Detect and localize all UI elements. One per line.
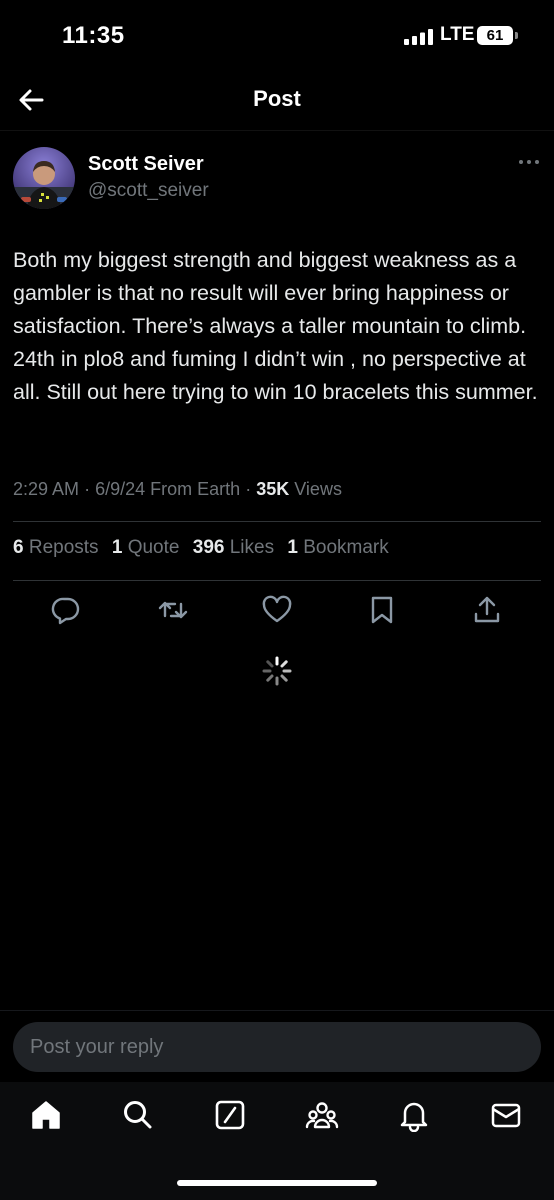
bookmarks-stat[interactable]: 1 Bookmark [287, 537, 388, 558]
messages-icon[interactable] [489, 1098, 523, 1132]
divider [13, 580, 541, 581]
post-text: Both my biggest strength and biggest wea… [13, 248, 538, 404]
post-date: 6/9/24 [95, 479, 146, 499]
loading-spinner-icon [262, 656, 292, 686]
grok-icon[interactable] [213, 1098, 247, 1132]
notifications-icon[interactable] [397, 1098, 431, 1132]
page-title: Post [253, 86, 301, 111]
quotes-label: Quote [127, 537, 180, 558]
post-meta: 2:29 AM · 6/9/24 From Earth · 35K Views [13, 479, 342, 500]
more-options-icon[interactable] [516, 150, 544, 178]
network-label: LTE [440, 24, 475, 45]
reply-icon[interactable] [50, 594, 82, 626]
home-indicator [177, 1180, 377, 1186]
engagement-stats: 6 Reposts 1 Quote 396 Likes 1 Bookmark [13, 537, 389, 559]
repost-icon[interactable] [157, 594, 189, 626]
share-icon[interactable] [471, 594, 503, 626]
search-icon[interactable] [121, 1098, 155, 1132]
quotes-count: 1 [111, 537, 123, 558]
signal-icon [404, 29, 434, 45]
reposts-label: Reposts [28, 537, 99, 558]
reposts-stat[interactable]: 6 Reposts [13, 537, 99, 558]
bookmarks-label: Bookmark [303, 537, 389, 558]
bookmark-icon[interactable] [366, 594, 398, 626]
divider [13, 521, 541, 522]
author-name[interactable]: Scott Seiver [88, 153, 204, 176]
likes-label: Likes [229, 537, 275, 558]
battery-icon: 61 [477, 26, 518, 45]
status-time: 11:35 [62, 22, 125, 49]
likes-count: 396 [192, 537, 225, 558]
avatar[interactable] [13, 147, 75, 209]
reply-placeholder: Post your reply [30, 1036, 164, 1058]
reposts-count: 6 [13, 537, 24, 558]
views-count: 35K [256, 479, 290, 499]
post-source: From Earth [150, 479, 241, 499]
like-icon[interactable] [261, 594, 293, 626]
header-divider [0, 130, 554, 131]
top-bar: Post [0, 72, 554, 130]
author-handle[interactable]: @scott_seiver [88, 180, 209, 202]
status-bar: 11:35 LTE 61 [0, 0, 554, 72]
post-time: 2:29 AM [13, 479, 80, 499]
meta-separator: · [245, 479, 252, 499]
communities-icon[interactable] [305, 1098, 339, 1132]
quotes-stat[interactable]: 1 Quote [112, 537, 180, 558]
views-label: Views [294, 479, 342, 499]
home-icon[interactable] [29, 1098, 63, 1132]
meta-separator: · [84, 479, 91, 499]
bookmarks-count: 1 [287, 537, 298, 558]
likes-stat[interactable]: 396 Likes [193, 537, 274, 558]
